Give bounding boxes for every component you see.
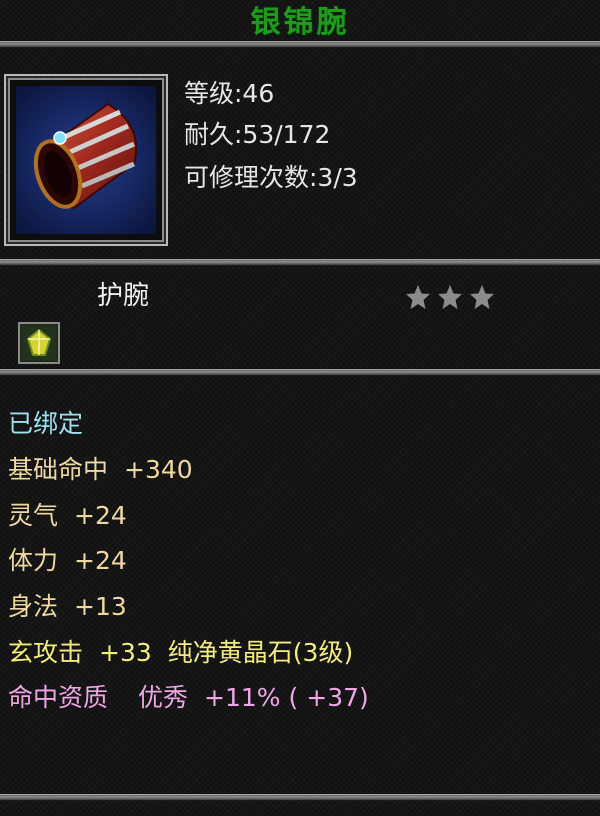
item-repair-count: 可修理次数:3/3: [184, 163, 358, 192]
item-name: 银锦腕: [250, 5, 350, 40]
stat-xuan-attack: 玄攻击 +33 纯净黄晶石(3级): [8, 635, 353, 671]
bound-status: 已绑定: [8, 409, 84, 438]
gem-slot[interactable]: [18, 322, 60, 364]
divider-top: [0, 41, 600, 48]
stat-spirit-label: 灵气: [8, 501, 59, 530]
stat-hit-quality: 命中资质 优秀 +11%( +37): [8, 680, 369, 716]
stat-agility-label: 身法: [8, 592, 59, 621]
bracer-icon: [16, 86, 156, 234]
quality-label: 命中资质: [8, 683, 109, 712]
stat-hit-value: +340: [124, 455, 193, 484]
stat-hit-label: 基础命中: [8, 455, 109, 484]
stat-spirit-value: +24: [74, 501, 127, 530]
quality-grade: 优秀: [138, 683, 189, 712]
item-tooltip: 银锦腕 等级:46 耐久:53/172 可修理次数:3/3 护腕 已绑定 基础命…: [0, 0, 600, 816]
stat-agility-value: +13: [74, 592, 127, 621]
star-icon: [438, 285, 462, 309]
item-level: 等级:46: [184, 79, 275, 108]
stat-xuan-value: +33: [99, 638, 152, 667]
stat-stamina-value: +24: [74, 546, 127, 575]
yellow-gem-icon: [22, 326, 56, 360]
item-type: 护腕: [97, 281, 150, 311]
stat-hit: 基础命中 +340: [8, 452, 193, 488]
stat-agility: 身法 +13: [8, 589, 127, 625]
gem-inlay-text: 纯净黄晶石(3级): [167, 638, 354, 667]
divider-lower: [0, 369, 600, 376]
stat-stamina: 体力 +24: [8, 543, 127, 579]
stat-spirit: 灵气 +24: [8, 498, 127, 534]
stat-stamina-label: 体力: [8, 546, 59, 575]
divider-bottom: [0, 794, 600, 801]
item-durability: 耐久:53/172: [184, 120, 331, 149]
star-rating: [405, 284, 497, 310]
divider-middle: [0, 259, 600, 266]
quality-percent: +11%: [204, 683, 281, 712]
stat-xuan-label: 玄攻击: [8, 638, 84, 667]
quality-bonus: ( +37): [288, 683, 369, 712]
star-icon: [470, 285, 494, 309]
star-icon: [406, 285, 430, 309]
item-icon-frame: [4, 74, 168, 246]
